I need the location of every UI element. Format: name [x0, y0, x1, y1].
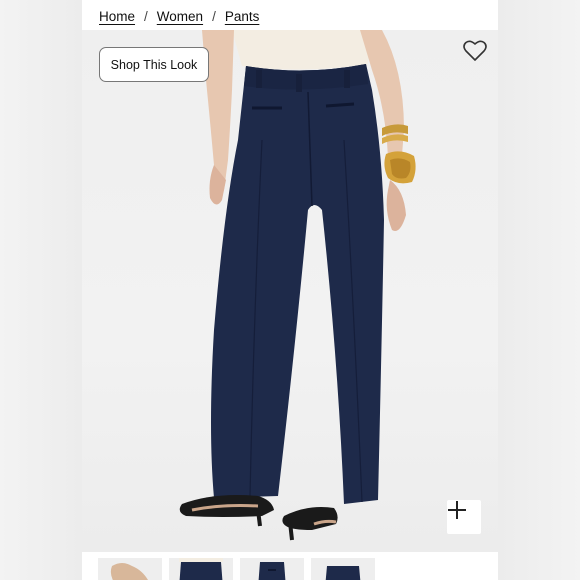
thumbnail-sandal[interactable] [98, 558, 162, 580]
breadcrumb-separator: / [212, 8, 216, 24]
plus-icon [448, 501, 466, 519]
breadcrumb-home-link[interactable]: Home [99, 9, 135, 24]
heart-outline-icon[interactable] [462, 39, 488, 63]
zoom-button[interactable] [447, 500, 481, 534]
product-panel: Home / Women / Pants Shop This Look [82, 0, 498, 580]
thumbnail-pants-detail[interactable] [311, 558, 375, 580]
product-hero-image[interactable]: Shop This Look [82, 30, 498, 552]
thumbnail-pants-front[interactable] [169, 558, 233, 580]
right-gutter [498, 0, 580, 580]
left-gutter [0, 0, 82, 580]
thumbnail-strip [98, 558, 375, 580]
thumbnail-pants-back[interactable] [240, 558, 304, 580]
breadcrumb-pants-link[interactable]: Pants [225, 9, 260, 24]
breadcrumb-women-link[interactable]: Women [157, 9, 203, 24]
model-illustration [179, 30, 416, 541]
shop-this-look-button[interactable]: Shop This Look [99, 47, 209, 82]
breadcrumb: Home / Women / Pants [99, 6, 259, 26]
breadcrumb-separator: / [144, 8, 148, 24]
